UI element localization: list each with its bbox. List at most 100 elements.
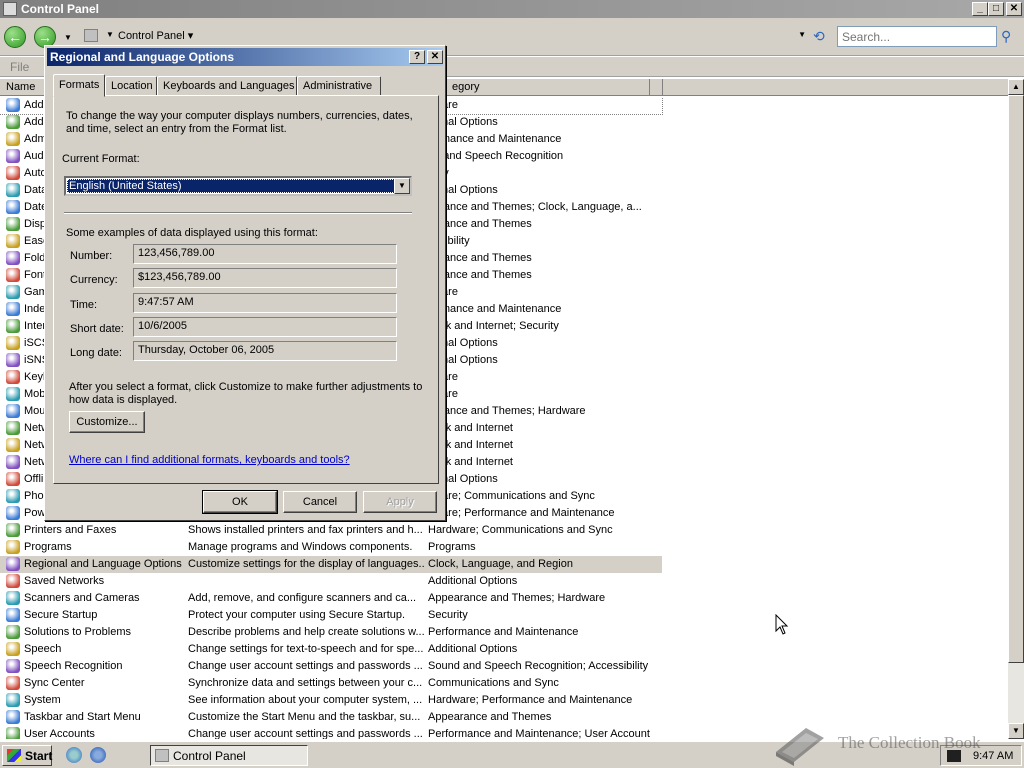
audio-icon (6, 149, 20, 163)
list-item[interactable]: Sync Center Synchronize data and settings… (0, 675, 662, 692)
scroll-up-icon[interactable]: ▲ (1008, 79, 1024, 95)
item-name: Taskbar and Start Menu (24, 711, 141, 723)
list-item[interactable]: Secure Startup Protect your computer usin… (0, 607, 662, 624)
tab-location[interactable]: Location (105, 76, 157, 96)
item-category: Appearance and Themes; Hardware (428, 592, 606, 604)
list-item[interactable]: System See information about your compute… (0, 692, 662, 709)
list-item[interactable]: Scanners and Cameras Add, remove, and con… (0, 590, 662, 607)
cancel-button[interactable]: Cancel (283, 491, 357, 513)
quicklaunch-ie-icon[interactable] (90, 747, 106, 763)
list-item[interactable]: Speech Recognition Change user account se… (0, 658, 662, 675)
item-category: work and Internet; Security (428, 320, 559, 332)
customize-note: After you select a format, click Customi… (69, 381, 423, 406)
list-item[interactable]: Solutions to Problems Describe problems a… (0, 624, 662, 641)
item-name: Pho (24, 490, 44, 502)
item-category: dware (428, 388, 660, 400)
date-time-icon (6, 200, 20, 214)
item-description: Protect your computer using Secure Start… (188, 609, 406, 621)
item-category: Clock, Language, and Region (428, 558, 573, 570)
tab-administrative[interactable]: Administrative (297, 76, 381, 96)
taskbar-item-control-panel[interactable]: Control Panel (150, 745, 308, 766)
apply-button[interactable]: Apply (363, 491, 437, 513)
item-name: Scanners and Cameras (24, 592, 140, 604)
item-description: Change user account settings and passwor… (188, 728, 423, 739)
menu-file[interactable]: File (10, 60, 29, 74)
network-icon (6, 421, 20, 435)
item-name: Inter (24, 320, 47, 332)
scroll-thumb[interactable] (1008, 95, 1024, 663)
item-category: Performance and Maintenance (428, 626, 579, 638)
item-category: itional Options (428, 473, 498, 485)
sync-icon (6, 676, 20, 690)
offline-files-icon (6, 472, 20, 486)
currency-label: Currency: (70, 274, 118, 286)
breadcrumb[interactable]: Control Panel ▾ (118, 29, 193, 42)
display-icon (6, 217, 20, 231)
item-description: Describe problems and help create soluti… (188, 626, 424, 638)
regional-language-dialog: Regional and Language Options ? ✕ Format… (44, 45, 446, 521)
back-button[interactable]: ← (4, 26, 26, 48)
item-name: Solutions to Problems (24, 626, 131, 638)
dialog-close-button[interactable]: ✕ (427, 50, 443, 64)
list-item[interactable]: Programs Manage programs and Windows comp… (0, 539, 662, 556)
current-format-select[interactable]: English (United States) ▼ (64, 176, 412, 196)
list-item[interactable]: Saved Networks Additional Options (0, 573, 662, 590)
time-example: 9:47:57 AM (133, 293, 397, 313)
help-button[interactable]: ? (409, 50, 425, 64)
item-category: Programs (428, 541, 476, 553)
item-category: dware; Communications and Sync (428, 490, 595, 502)
chevron-down-icon[interactable]: ▼ (394, 178, 410, 194)
add-hardware-icon (6, 98, 20, 112)
minimize-button[interactable]: _ (972, 2, 988, 16)
start-button[interactable]: Start (2, 745, 52, 766)
list-item[interactable]: Speech Change settings for text-to-speech… (0, 641, 662, 658)
chevron-down-icon[interactable]: ▼ (106, 30, 114, 39)
item-category: Additional Options (428, 575, 518, 587)
ok-button[interactable]: OK (202, 490, 278, 514)
vertical-scrollbar[interactable]: ▲ ▼ (1008, 79, 1024, 739)
tab-formats[interactable]: Formats (53, 74, 105, 97)
tab-keyboards-languages[interactable]: Keyboards and Languages (157, 76, 297, 96)
item-category: dware (428, 371, 660, 383)
current-format-label: Current Format: (62, 153, 140, 165)
item-category: earance and Themes (428, 218, 532, 230)
item-name: Offli (24, 473, 44, 485)
item-name: Printers and Faxes (24, 524, 117, 536)
saved-networks-icon (6, 574, 20, 588)
item-name: Fold (24, 252, 46, 264)
address-dropdown-icon[interactable]: ▼ (798, 30, 806, 39)
close-button[interactable]: ✕ (1006, 2, 1022, 16)
list-item[interactable]: Printers and Faxes Shows installed printe… (0, 522, 662, 539)
add-programs-icon (6, 115, 20, 129)
customize-button[interactable]: Customize... (69, 411, 145, 433)
folder-icon (84, 29, 98, 42)
control-panel-icon (155, 749, 169, 762)
item-category: Hardware; Performance and Maintenance (428, 694, 633, 706)
maximize-button[interactable]: □ (988, 2, 1004, 16)
list-item[interactable]: User Accounts Change user account setting… (0, 726, 662, 739)
search-input[interactable] (837, 26, 997, 47)
phone-icon (6, 489, 20, 503)
time-label: Time: (70, 299, 98, 311)
item-name: Mob (24, 388, 46, 400)
taskbar-item-label: Control Panel (173, 749, 246, 763)
long-date-label: Long date: (70, 347, 122, 359)
item-category: Sound and Speech Recognition; Accessibil… (428, 660, 649, 672)
list-item[interactable]: Taskbar and Start Menu Customize the Star… (0, 709, 662, 726)
recent-pages-dropdown-icon[interactable]: ▼ (64, 33, 72, 42)
quicklaunch-explorer-icon[interactable] (66, 747, 82, 763)
item-category: Appearance and Themes (428, 711, 552, 723)
list-item[interactable]: Regional and Language Options Customize s… (0, 556, 662, 573)
admin-tools-icon (6, 132, 20, 146)
search-icon[interactable]: ⚲ (1001, 28, 1019, 46)
fonts-icon (6, 268, 20, 282)
item-name: Saved Networks (24, 575, 105, 587)
start-label: Start (25, 749, 53, 763)
address-bar[interactable]: ▼ Control Panel ▾ ▼ (82, 26, 808, 46)
watermark-text: The Collection Book (838, 733, 981, 752)
user-accounts-icon (6, 727, 20, 739)
column-category[interactable]: egory (424, 79, 650, 96)
refresh-icon[interactable]: ⟲ (813, 28, 825, 45)
help-link[interactable]: Where can I find additional formats, key… (69, 454, 350, 466)
network-2-icon (6, 438, 20, 452)
